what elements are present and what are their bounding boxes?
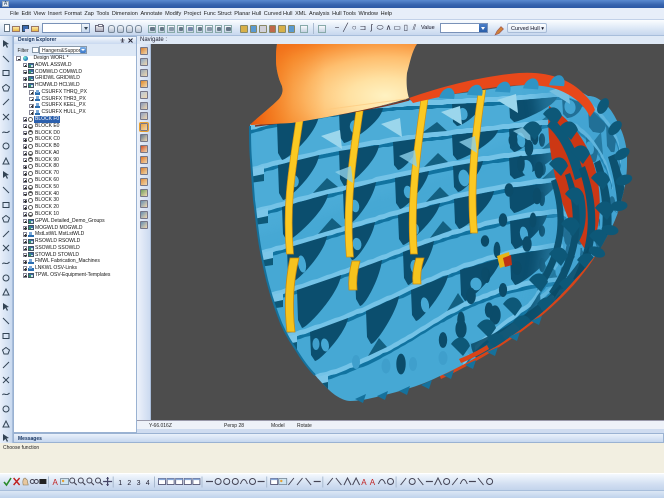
svg-text:A: A	[370, 478, 376, 487]
svg-text:A: A	[361, 478, 367, 487]
svg-text:A: A	[53, 478, 59, 487]
svg-text:4: 4	[146, 480, 150, 487]
svg-text:2: 2	[127, 480, 131, 487]
svg-text:1: 1	[118, 480, 122, 487]
svg-text:3: 3	[137, 480, 141, 487]
